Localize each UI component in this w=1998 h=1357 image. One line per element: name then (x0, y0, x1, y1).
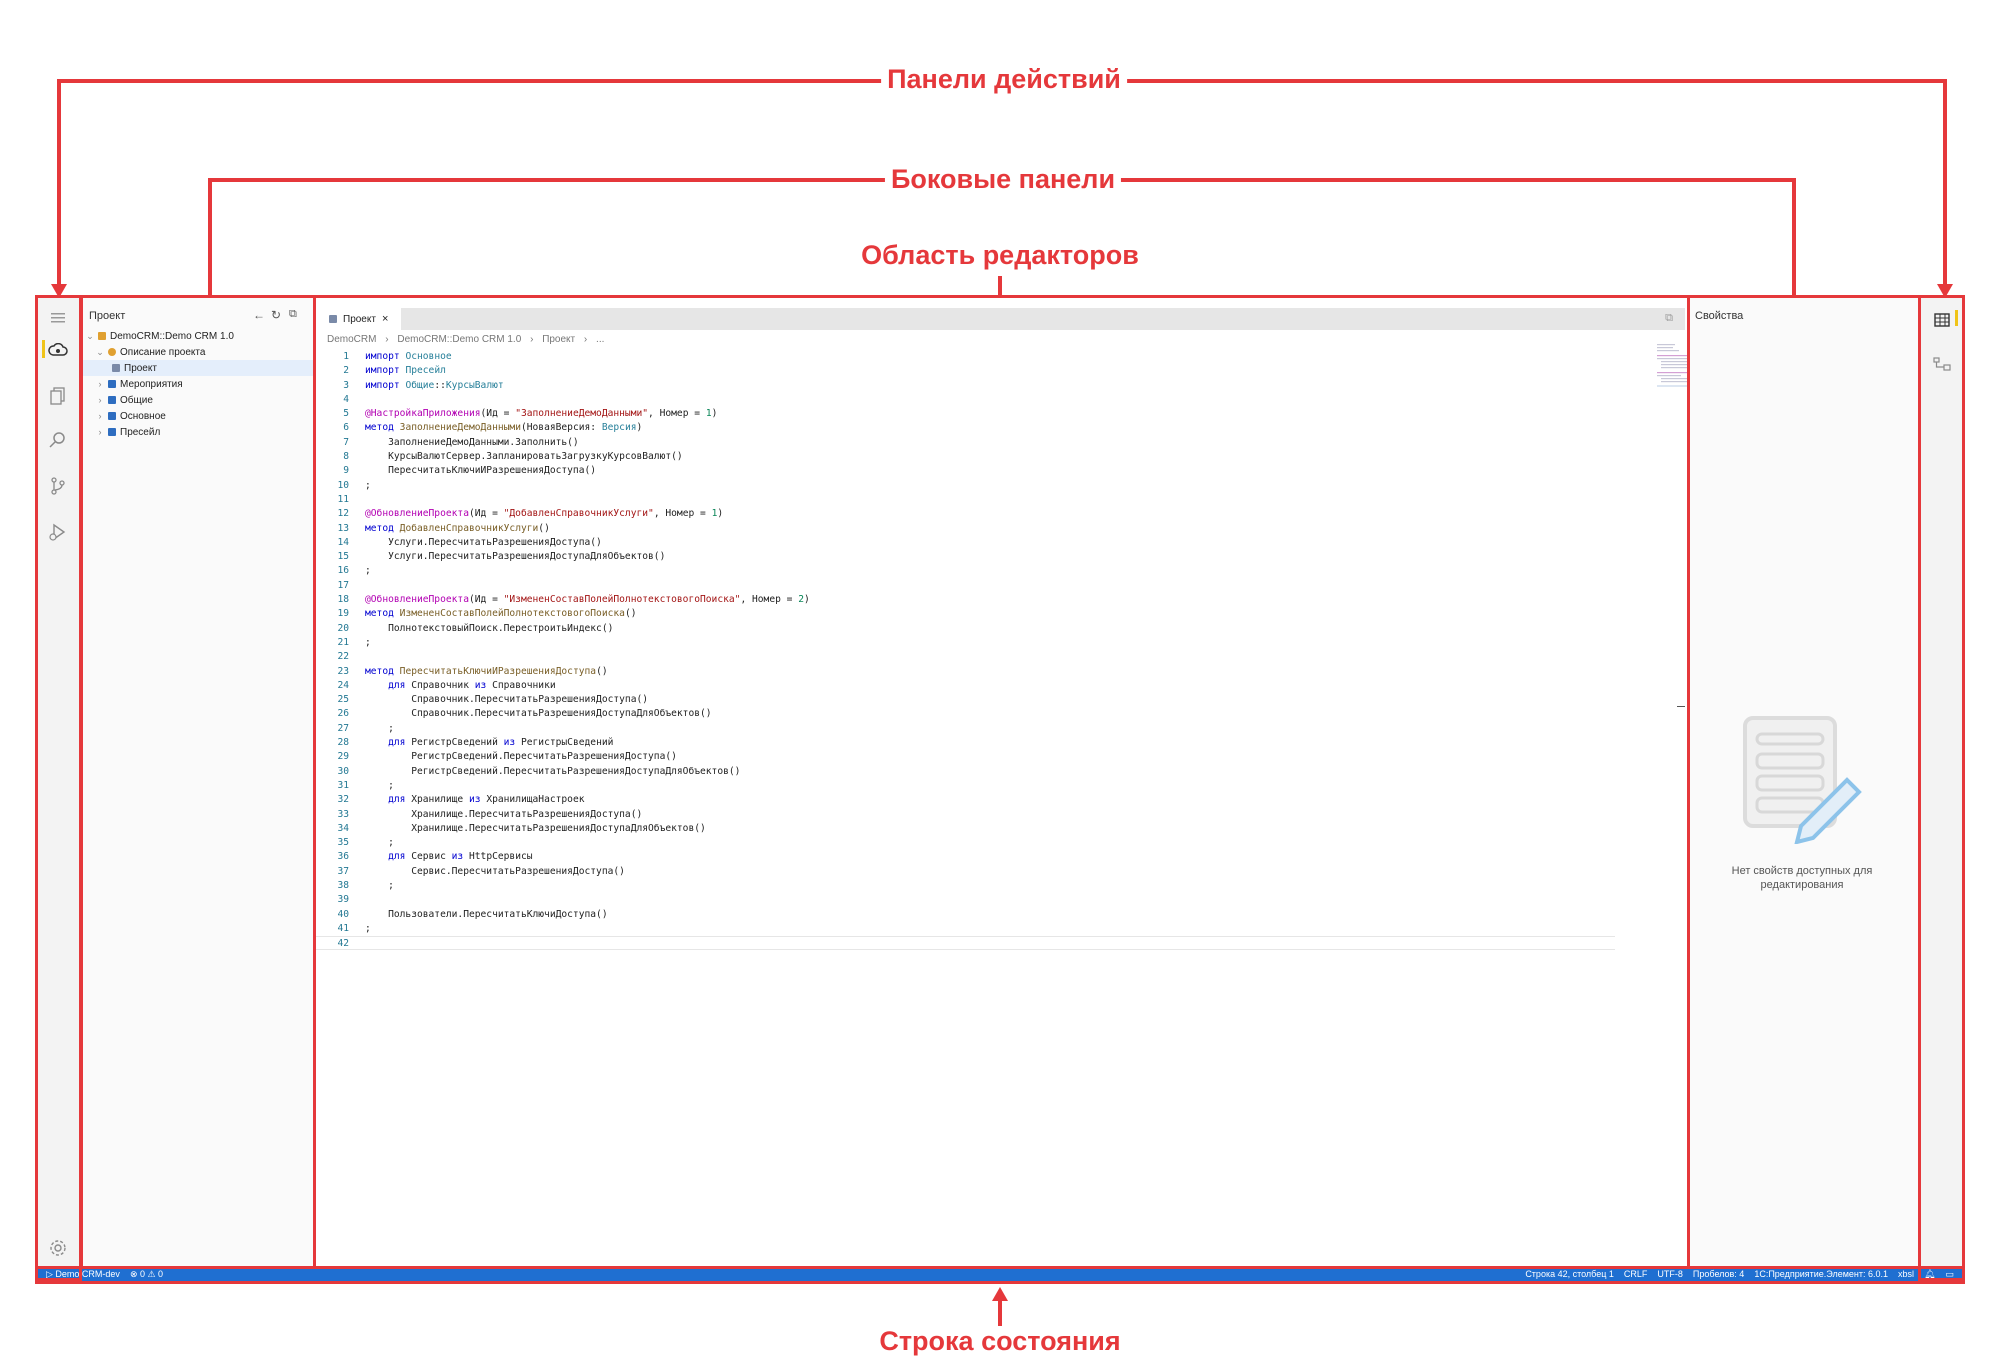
action-panels-bracket-right-leg (1943, 79, 1947, 284)
annotation-status-bar: Строка состояния (873, 1326, 1127, 1357)
action-panels-bracket-left-leg (57, 79, 61, 284)
annotation-action-panels: Панели действий (881, 64, 1127, 95)
side-panels-bracket-top-right (1108, 178, 1796, 182)
action-panels-bracket-top-right (1106, 79, 1947, 83)
annotation-box-editor (313, 295, 1690, 1269)
side-panels-bracket-left-leg (208, 178, 212, 307)
annotation-box-status-bar (35, 1266, 1965, 1284)
annotation-side-panels: Боковые панели (884, 164, 1122, 195)
side-panels-bracket-top-left (208, 178, 898, 182)
annotation-box-right-sidebar (1687, 295, 1921, 1269)
annotation-box-right-activity (1918, 295, 1965, 1281)
side-panels-bracket-right-leg (1792, 178, 1796, 307)
annotation-box-left-activity (35, 295, 82, 1281)
annotation-editor-area: Область редакторов (855, 240, 1145, 271)
action-panels-bracket-top-left (57, 79, 901, 83)
annotation-box-left-sidebar (80, 295, 316, 1269)
